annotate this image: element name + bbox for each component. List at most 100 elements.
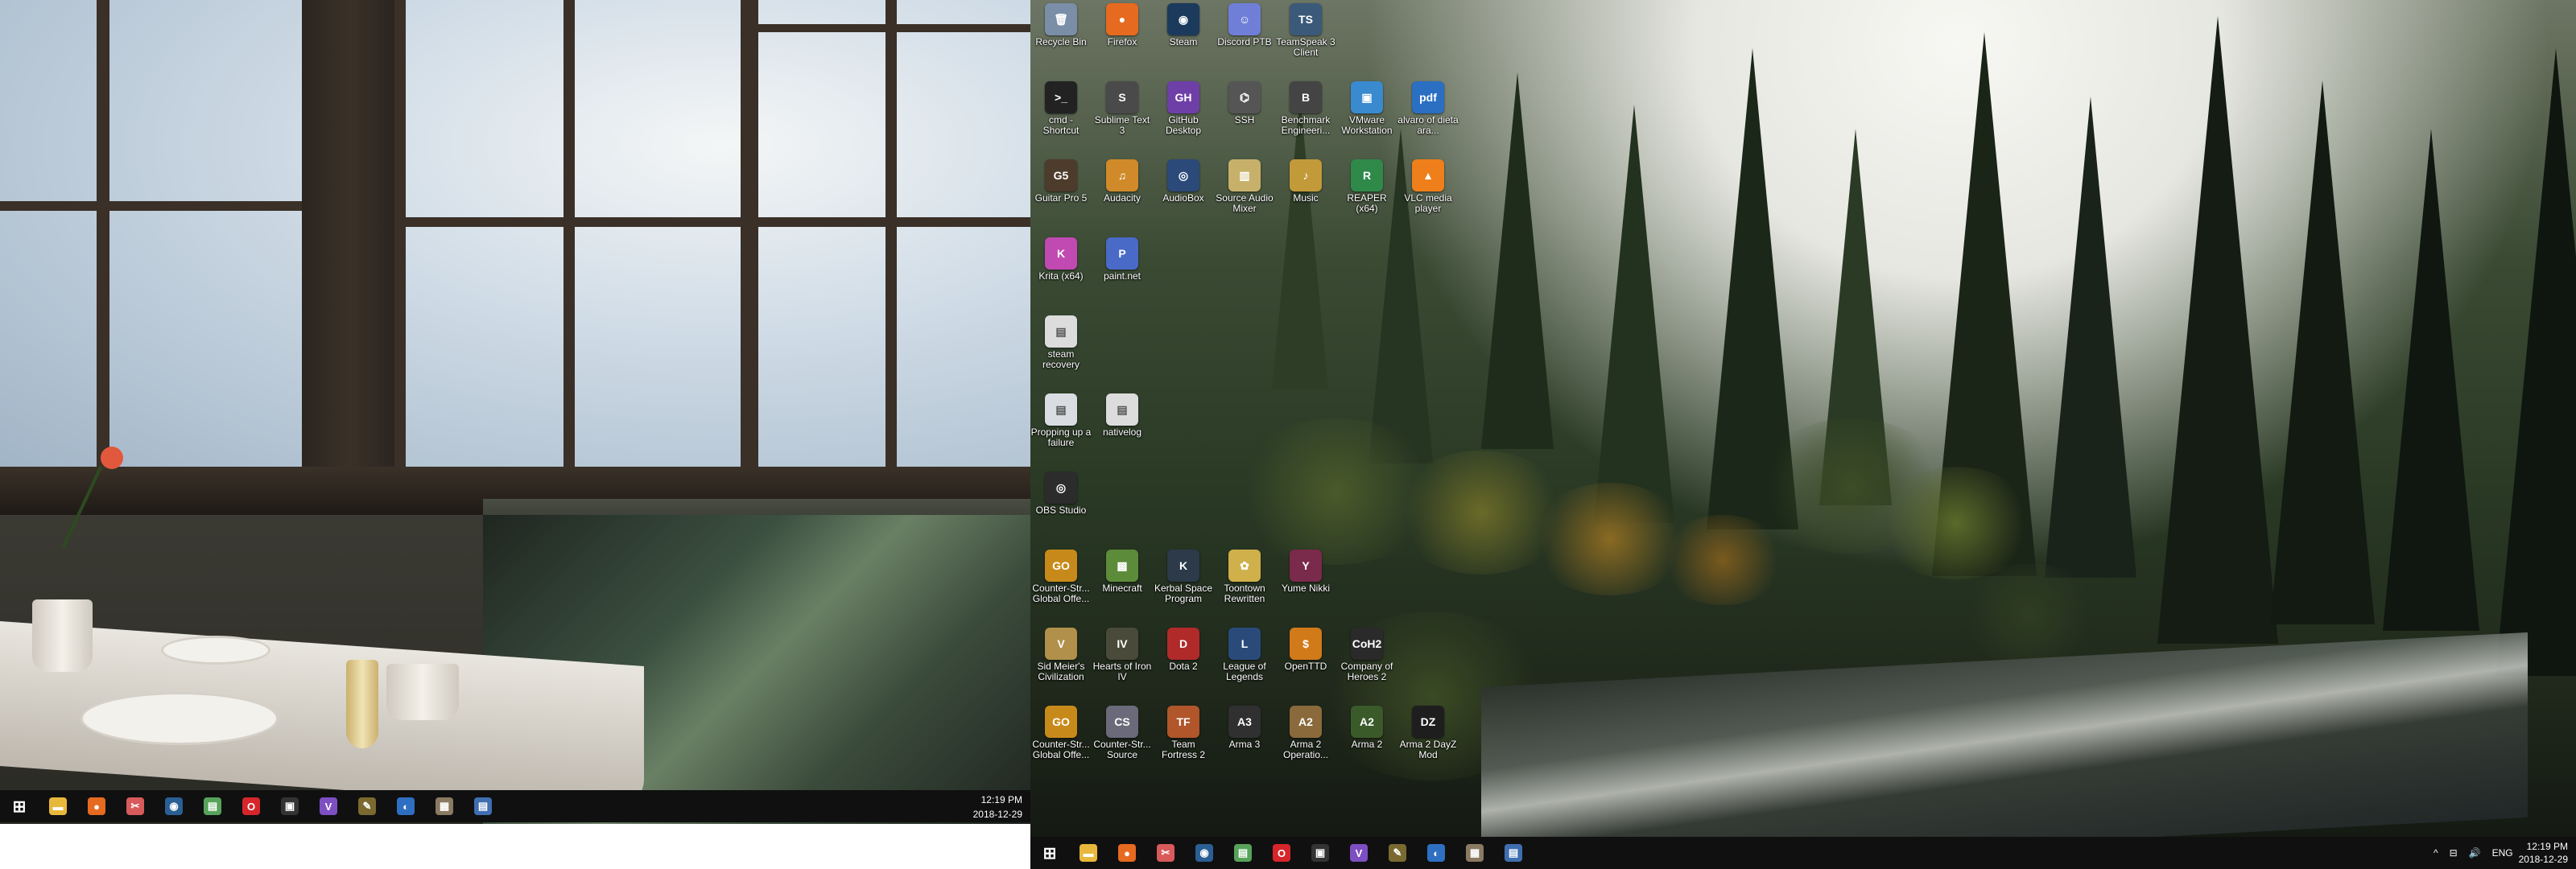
arma-2-dayz-mod-icon: DZ (1412, 706, 1444, 738)
dot-app-icon[interactable]: ◐ (1417, 837, 1455, 869)
wallpaper-tree (2045, 97, 2136, 578)
desktop-icon-label: Counter-Str... Global Offe... (1032, 583, 1090, 604)
document-icon-glyph: ▤ (474, 797, 492, 815)
desktop-icon-label: Firefox (1107, 36, 1137, 47)
desktop-icon-steam[interactable]: ◉ Steam (1153, 0, 1214, 47)
github-desktop-icon: GH (1167, 81, 1199, 113)
desktop-icon-steam-recovery[interactable]: ▤ steam recovery (1030, 312, 1092, 370)
start-button[interactable]: ⊞ (1030, 837, 1069, 869)
left-monitor-desktop: ⊞ ▬ ● ✂ ◉ ▤ O ▣ V ✎ ◐ ▦ ▤ 12:19 PM 2018-12-29 (0, 0, 1030, 824)
sublime-text-3-icon: S (1106, 81, 1138, 113)
firefox-icon-glyph: ● (1118, 844, 1136, 862)
desktop-icon-team-fortress-2[interactable]: TF Team Fortress 2 (1153, 702, 1214, 760)
notepad-icon[interactable]: ▤ (1224, 837, 1262, 869)
document-icon[interactable]: ▤ (1494, 837, 1533, 869)
network-icon[interactable]: ⊟ (2450, 847, 2458, 859)
tray-overflow-chevron[interactable]: ^ (2434, 847, 2438, 859)
terminal-icon[interactable]: ▣ (270, 790, 309, 822)
language-indicator[interactable]: ENG (2492, 847, 2513, 859)
desktop-icon-github-desktop[interactable]: GH GitHub Desktop (1153, 78, 1214, 136)
paint-tool-icon[interactable]: ✎ (1378, 837, 1417, 869)
start-button[interactable]: ⊞ (0, 790, 39, 822)
desktop-icon-propping-up-a-failure[interactable]: ▤ Propping up a failure (1030, 390, 1092, 448)
desktop-icon-label: AudioBox (1162, 192, 1204, 204)
desktop-icon-vlc-media-player[interactable]: ▲ VLC media player (1397, 156, 1459, 214)
steam-icon[interactable]: ◉ (155, 790, 193, 822)
notepad-icon[interactable]: ▤ (193, 790, 232, 822)
desktop-icon-hearts-of-iron-iv[interactable]: IV Hearts of Iron IV (1092, 624, 1153, 682)
desktop-icon-yume-nikki[interactable]: Y Yume Nikki (1275, 546, 1336, 594)
visual-studio-icon-glyph: V (1350, 844, 1368, 862)
right-clock-date: 2018-12-29 (2518, 854, 2568, 865)
dot-app-icon[interactable]: ◐ (386, 790, 425, 822)
audiobox-icon: ◎ (1167, 159, 1199, 192)
paint-tool-icon[interactable]: ✎ (348, 790, 386, 822)
visual-studio-icon[interactable]: V (1340, 837, 1378, 869)
steam-icon[interactable]: ◉ (1185, 837, 1224, 869)
desktop-icon-openttd[interactable]: $ OpenTTD (1275, 624, 1336, 672)
desktop-icon-counter-str-global-offe[interactable]: GO Counter-Str... Global Offe... (1030, 546, 1092, 604)
document-icon-glyph: ▤ (1505, 844, 1522, 862)
desktop-icon-audacity[interactable]: ♫ Audacity (1092, 156, 1153, 204)
desktop-icon-arma-2-dayz-mod[interactable]: DZ Arma 2 DayZ Mod (1397, 702, 1459, 760)
desktop-icon-dota-2[interactable]: D Dota 2 (1153, 624, 1214, 672)
hearts-of-iron-iv-icon: IV (1106, 628, 1138, 660)
desktop-icon-counter-str-global-offe[interactable]: GO Counter-Str... Global Offe... (1030, 702, 1092, 760)
gallery-icon-glyph: ▦ (436, 797, 453, 815)
visual-studio-icon[interactable]: V (309, 790, 348, 822)
opera-icon[interactable]: O (1262, 837, 1301, 869)
desktop-icon-arma-2-operatio[interactable]: A2 Arma 2 Operatio... (1275, 702, 1336, 760)
document-icon[interactable]: ▤ (464, 790, 502, 822)
right-tray-clock[interactable]: 12:19 PM 2018-12-29 (2519, 840, 2568, 866)
desktop-icon-league-of-legends[interactable]: L League of Legends (1214, 624, 1275, 682)
wallpaper-tree (1594, 105, 1674, 523)
desktop-icon-obs-studio[interactable]: ◎ OBS Studio (1030, 468, 1092, 516)
desktop-icon-sid-meier-s-civilization[interactable]: V Sid Meier's Civilization (1030, 624, 1092, 682)
desktop-icon-ssh[interactable]: ⌬ SSH (1214, 78, 1275, 126)
speaker-icon[interactable]: 🔊 (2469, 847, 2481, 859)
desktop-icon-minecraft[interactable]: ▩ Minecraft (1092, 546, 1153, 594)
sid-meier-s-civilization-icon: V (1045, 628, 1077, 660)
desktop-icon-source-audio-mixer[interactable]: ▥ Source Audio Mixer (1214, 156, 1275, 214)
desktop-icon-label: Propping up a failure (1030, 426, 1092, 448)
notepad-icon-glyph: ▤ (1234, 844, 1252, 862)
desktop-icon-cmd-shortcut[interactable]: >_ cmd - Shortcut (1030, 78, 1092, 136)
desktop-icon-paint-net[interactable]: Ppaint.net (1092, 234, 1153, 282)
left-tray-clock[interactable]: 12:19 PM 2018-12-29 (973, 793, 1022, 822)
file-explorer-icon[interactable]: ▬ (1069, 837, 1108, 869)
file-explorer-icon[interactable]: ▬ (39, 790, 77, 822)
terminal-icon[interactable]: ▣ (1301, 837, 1340, 869)
desktop-icon-alvaro-of-dieta-ara[interactable]: pdf alvaro of dieta ara... (1397, 78, 1459, 136)
snipping-tool-icon[interactable]: ✂ (116, 790, 155, 822)
desktop-icon-firefox[interactable]: ● Firefox (1092, 0, 1153, 47)
recycle-bin-icon: 🗑 (1045, 3, 1077, 35)
desktop-icon-company-of-heroes-2[interactable]: CoH2 Company of Heroes 2 (1336, 624, 1397, 682)
desktop-icon-kerbal-space-program[interactable]: K Kerbal Space Program (1153, 546, 1214, 604)
desktop-icon-discord-ptb[interactable]: ☺ Discord PTB (1214, 0, 1275, 47)
vmware-workstation-icon: ▣ (1351, 81, 1383, 113)
desktop-icon-guitar-pro-5[interactable]: G5 Guitar Pro 5 (1030, 156, 1092, 204)
desktop-icon-teamspeak-3-client[interactable]: TS TeamSpeak 3 Client (1275, 0, 1336, 58)
desktop-icon-sublime-text-3[interactable]: S Sublime Text 3 (1092, 78, 1153, 136)
desktop-icon-arma-2[interactable]: A2 Arma 2 (1336, 702, 1397, 750)
desktop-icon-arma-3[interactable]: A3 Arma 3 (1214, 702, 1275, 750)
snipping-tool-icon[interactable]: ✂ (1146, 837, 1185, 869)
desktop-icon-vmware-workstation[interactable]: ▣ VMware Workstation (1336, 78, 1397, 136)
desktop-icon-counter-str-source[interactable]: CS Counter-Str... Source (1092, 702, 1153, 760)
gallery-icon[interactable]: ▦ (425, 790, 464, 822)
wallpaper-tree (1272, 97, 1328, 389)
desktop-icon-reaper-x64[interactable]: R REAPER (x64) (1336, 156, 1397, 214)
desktop-icon-nativelog[interactable]: ▤ nativelog (1092, 390, 1153, 438)
opera-icon[interactable]: O (232, 790, 270, 822)
desktop-icon-krita-x64[interactable]: K Krita (x64) (1030, 234, 1092, 282)
desktop-icon-recycle-bin[interactable]: 🗑 Recycle Bin (1030, 0, 1092, 47)
desktop-icon-toontown-rewritten[interactable]: ✿ Toontown Rewritten (1214, 546, 1275, 604)
firefox-icon[interactable]: ● (77, 790, 116, 822)
desktop-icon-music[interactable]: ♪ Music (1275, 156, 1336, 204)
gallery-icon[interactable]: ▦ (1455, 837, 1494, 869)
desktop-icon-benchmark-engineeri[interactable]: B Benchmark Engineeri... (1275, 78, 1336, 136)
firefox-icon[interactable]: ● (1108, 837, 1146, 869)
desktop-icon-label: Counter-Str... Global Offe... (1032, 739, 1090, 760)
desktop-icon-label: Discord PTB (1217, 36, 1272, 47)
desktop-icon-audiobox[interactable]: ◎ AudioBox (1153, 156, 1214, 204)
